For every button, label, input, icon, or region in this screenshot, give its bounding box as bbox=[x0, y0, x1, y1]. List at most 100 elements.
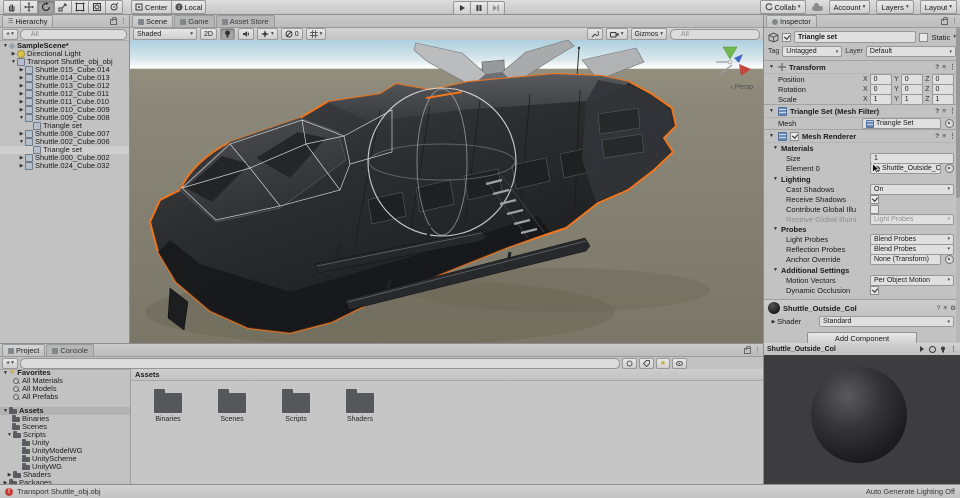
tab-inspector[interactable]: Inspector bbox=[766, 15, 817, 27]
component-menu-icon[interactable]: ⋮ bbox=[949, 64, 956, 71]
anchor-override-field[interactable]: None (Transform) bbox=[870, 254, 941, 265]
tag-dropdown[interactable]: Untagged ▾ bbox=[782, 46, 843, 57]
rect-tool-button[interactable] bbox=[71, 0, 89, 14]
reflection-probes-dropdown[interactable]: Blend Probes ▾ bbox=[870, 243, 954, 255]
transform-component-header[interactable]: ▼ Transform ? ≡ ⋮ bbox=[764, 60, 960, 74]
presets-icon[interactable]: ≡ bbox=[942, 133, 946, 140]
preview-light-icon[interactable] bbox=[940, 346, 946, 353]
favorites-filter-button[interactable]: ★ bbox=[655, 357, 671, 369]
renderer-enabled-checkbox[interactable] bbox=[790, 131, 799, 141]
mesh-field[interactable]: Triangle Set bbox=[862, 118, 941, 129]
rotate-tool-button[interactable] bbox=[37, 0, 55, 14]
active-checkbox[interactable] bbox=[782, 32, 791, 42]
component-menu-icon[interactable]: ⋮ bbox=[949, 108, 956, 115]
asset-folder-scenes[interactable]: Scenes bbox=[213, 389, 251, 423]
contribute-gi-checkbox[interactable] bbox=[870, 204, 879, 214]
project-menu-icon[interactable]: ⋮ bbox=[754, 347, 761, 354]
tree-item[interactable]: All Models bbox=[0, 385, 130, 393]
tab-hierarchy[interactable]: ☰ Hierarchy bbox=[2, 15, 54, 27]
asset-folder-shaders[interactable]: Shaders bbox=[341, 389, 379, 423]
object-picker-icon[interactable] bbox=[945, 164, 954, 173]
dynamic-occlusion-checkbox[interactable] bbox=[870, 285, 879, 295]
panel-menu-icon[interactable]: ⋮ bbox=[120, 18, 127, 25]
tree-item[interactable]: ▼ Scripts bbox=[0, 431, 130, 439]
preview-play-icon[interactable] bbox=[919, 346, 925, 352]
tab-project[interactable]: Project bbox=[2, 344, 46, 356]
status-message[interactable]: Transport Shuttle_obj.obj bbox=[17, 487, 101, 496]
scene-audio-toggle[interactable] bbox=[237, 28, 254, 40]
presets-icon[interactable]: ≡ bbox=[943, 305, 947, 312]
position-y-field[interactable]: 0 bbox=[900, 73, 924, 85]
shading-mode-dropdown[interactable]: Shaded ▾ bbox=[133, 28, 197, 40]
project-search-input[interactable] bbox=[19, 357, 620, 369]
scene-visibility-toggle[interactable]: 0 bbox=[280, 28, 303, 40]
probes-foldout[interactable]: ▼ Probes bbox=[764, 224, 960, 234]
inspector-menu-icon[interactable]: ⋮ bbox=[951, 18, 958, 25]
cloud-icon[interactable] bbox=[811, 3, 823, 11]
tab-asset-store[interactable]: Asset Store bbox=[215, 15, 275, 27]
tree-item[interactable]: Triangle set bbox=[0, 122, 129, 130]
materials-foldout[interactable]: ▼ Materials bbox=[764, 143, 960, 153]
custom-tool-button[interactable] bbox=[105, 0, 123, 14]
object-name-field[interactable]: Triangle set bbox=[798, 34, 837, 41]
scene-grid-dropdown[interactable]: ▾ bbox=[305, 28, 327, 40]
account-dropdown[interactable]: Account ▾ bbox=[828, 0, 871, 14]
gizmos-dropdown[interactable]: Gizmos ▾ bbox=[630, 28, 667, 40]
create-object-button[interactable]: + ▾ bbox=[2, 28, 18, 40]
tree-item[interactable]: UnityScheme bbox=[0, 455, 130, 463]
lighting-status-button[interactable]: Auto Generate Lighting Off bbox=[866, 487, 955, 496]
tree-item[interactable]: ▶ Shuttle.011_Cube.010 bbox=[0, 98, 129, 106]
component-menu-icon[interactable]: ⋮ bbox=[949, 133, 956, 140]
layout-dropdown[interactable]: Layout ▾ bbox=[919, 0, 957, 14]
lighting-foldout[interactable]: ▼ Lighting bbox=[764, 174, 960, 184]
assets-breadcrumb[interactable]: Assets bbox=[131, 369, 763, 381]
move-tool-button[interactable] bbox=[20, 0, 38, 14]
play-button[interactable] bbox=[452, 1, 471, 15]
help-icon[interactable]: ? bbox=[935, 108, 939, 115]
asset-folder-scripts[interactable]: Scripts bbox=[277, 389, 315, 423]
tree-item[interactable]: ▶ Shuttle.008_Cube.007 bbox=[0, 130, 129, 138]
tab-console[interactable]: Console bbox=[46, 344, 94, 356]
static-checkbox[interactable] bbox=[919, 32, 929, 42]
rotation-toggle-button[interactable]: Local bbox=[170, 0, 207, 14]
tree-item[interactable]: ▶ Directional Light bbox=[0, 50, 129, 58]
scene-lighting-toggle[interactable] bbox=[219, 28, 235, 40]
preview-menu-icon[interactable]: ⋮ bbox=[950, 346, 957, 353]
search-by-label-button[interactable] bbox=[638, 357, 654, 369]
scale-tool-button[interactable] bbox=[54, 0, 72, 14]
tree-item[interactable]: ▶ Shuttle.013_Cube.012 bbox=[0, 82, 129, 90]
cast-shadows-dropdown[interactable]: On ▾ bbox=[870, 183, 954, 195]
presets-icon[interactable]: ≡ bbox=[942, 64, 946, 71]
materials-size-field[interactable]: 1 bbox=[870, 152, 954, 164]
lock-icon[interactable] bbox=[110, 17, 117, 25]
perspective-label[interactable]: ‹ Persp bbox=[730, 84, 753, 91]
additional-settings-foldout[interactable]: ▼ Additional Settings bbox=[764, 265, 960, 275]
tree-item[interactable]: Unity bbox=[0, 439, 130, 447]
scale-x-field[interactable]: 1 bbox=[869, 93, 893, 105]
tree-item[interactable]: All Materials bbox=[0, 377, 130, 385]
rotation-z-field[interactable]: 0 bbox=[931, 83, 954, 95]
tree-item[interactable]: Scenes bbox=[0, 423, 130, 431]
tree-item[interactable]: UnityWG bbox=[0, 463, 130, 471]
shader-dropdown[interactable]: Standard ▾ bbox=[819, 316, 954, 327]
layers-dropdown[interactable]: Layers ▾ bbox=[876, 0, 914, 14]
mesh-renderer-header[interactable]: ▼ Mesh Renderer ? ≡ ⋮ bbox=[764, 129, 960, 143]
tree-item[interactable]: ▶ Shuttle.014_Cube.013 bbox=[0, 74, 129, 82]
inspector-scrollbar[interactable] bbox=[956, 28, 960, 342]
scene-viewport[interactable]: ‹ Persp bbox=[130, 40, 763, 343]
scale-z-field[interactable]: 1 bbox=[931, 93, 954, 105]
tab-scene[interactable]: Scene bbox=[132, 15, 174, 27]
component-tools-button[interactable] bbox=[586, 28, 603, 40]
transform-tool-button[interactable] bbox=[88, 0, 106, 14]
material-element0-field[interactable]: Shuttle_Outside_Col bbox=[870, 163, 941, 174]
tree-item[interactable]: ▶ Shuttle.024_Cube.032 bbox=[0, 162, 129, 170]
hidden-count-button[interactable] bbox=[672, 357, 688, 369]
position-x-field[interactable]: 0 bbox=[869, 73, 893, 85]
mesh-filter-header[interactable]: ▼ Triangle Set (Mesh Filter) ? ≡ ⋮ bbox=[764, 104, 960, 118]
presets-icon[interactable]: ≡ bbox=[942, 108, 946, 115]
tree-item[interactable]: ▶ Shuttle.015_Cube.014 bbox=[0, 66, 129, 74]
tree-item[interactable]: ▶ Shuttle.010_Cube.009 bbox=[0, 106, 129, 114]
rotation-x-field[interactable]: 0 bbox=[869, 83, 893, 95]
position-z-field[interactable]: 0 bbox=[931, 73, 954, 85]
tree-item[interactable]: ▼ Shuttle.002_Cube.006 bbox=[0, 138, 129, 146]
